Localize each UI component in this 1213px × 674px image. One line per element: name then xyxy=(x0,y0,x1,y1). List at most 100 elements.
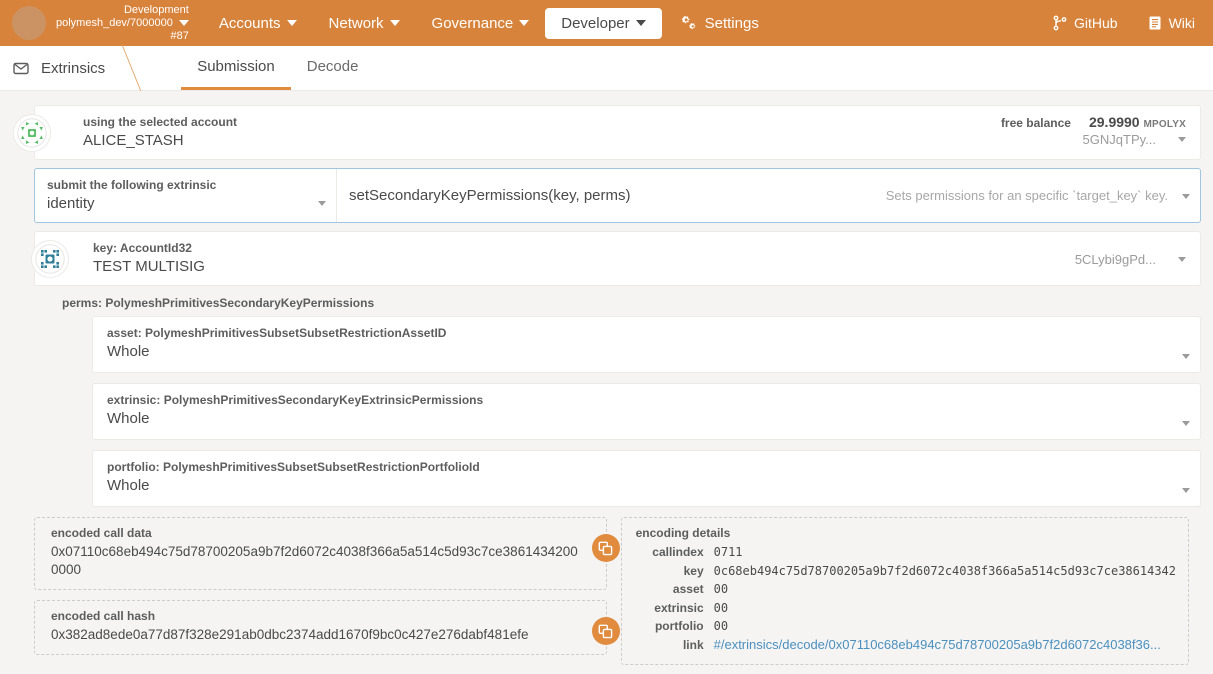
extrinsic-params: key: AccountId32 TEST MULTISIG 5CLybi9gP… xyxy=(34,231,1201,507)
breadcrumb-label: Extrinsics xyxy=(41,60,105,77)
encoding-value-key: 0c68eb494c75d78700205a9b7f2d6072c4038f36… xyxy=(714,562,1176,581)
param-portfolio-label: portfolio: PolymeshPrimitivesSubsetSubse… xyxy=(107,459,1174,475)
top-bar-links: GitHub Wiki xyxy=(1049,0,1199,46)
book-icon xyxy=(1148,15,1162,31)
tab-list: Submission Decode xyxy=(181,46,374,90)
top-navigation-bar: Development polymesh_dev/7000000 #87 Acc… xyxy=(0,0,1213,46)
param-portfolio-value: Whole xyxy=(107,475,1174,496)
encoded-call-data-label: encoded call data xyxy=(51,526,594,540)
nav-item-governance[interactable]: Governance xyxy=(416,8,546,39)
chevron-down-icon xyxy=(1182,488,1190,493)
encoded-call-hash-panel: encoded call hash 0x382ad8ede0a77d87f328… xyxy=(34,600,607,655)
tab-decode[interactable]: Decode xyxy=(291,46,375,90)
chain-info: Development polymesh_dev/7000000 #87 xyxy=(56,4,189,43)
chevron-down-icon xyxy=(287,20,297,26)
nav-label-developer: Developer xyxy=(561,15,629,32)
chevron-down-icon xyxy=(179,20,189,26)
encoded-call-data-value: 0x07110c68eb494c75d78700205a9b7f2d6072c4… xyxy=(51,543,581,579)
extrinsic-method-hint: Sets permissions for an specific `target… xyxy=(886,188,1188,203)
encoding-details-title: encoding details xyxy=(636,526,1176,540)
encoding-detail-row: portfolio 00 xyxy=(636,617,1176,636)
extrinsic-method-dropdown[interactable]: setSecondaryKeyPermissions(key, perms) S… xyxy=(337,169,1200,222)
param-asset-label: asset: PolymeshPrimitivesSubsetSubsetRes… xyxy=(107,325,1174,341)
nav-item-settings[interactable]: Settings xyxy=(662,8,775,39)
chevron-down-icon xyxy=(1178,137,1186,142)
copy-call-hash-button[interactable] xyxy=(592,617,620,645)
perms-label: perms: PolymeshPrimitivesSecondaryKeyPer… xyxy=(34,286,1201,316)
balance-unit: MPOLYX xyxy=(1143,119,1186,130)
nav-label-network: Network xyxy=(329,15,384,32)
account-name: ALICE_STASH xyxy=(83,130,237,151)
tab-submission[interactable]: Submission xyxy=(181,46,291,90)
chevron-down-icon xyxy=(1182,421,1190,426)
param-asset[interactable]: asset: PolymeshPrimitivesSubsetSubsetRes… xyxy=(92,316,1201,373)
param-portfolio[interactable]: portfolio: PolymeshPrimitivesSubsetSubse… xyxy=(92,450,1201,507)
param-extrinsic-value: Whole xyxy=(107,408,1174,429)
encoded-call-hash-value: 0x382ad8ede0a77d87f328e291ab0dbc2374add1… xyxy=(51,626,581,644)
encoding-panels: encoded call data 0x07110c68eb494c75d787… xyxy=(34,517,1201,665)
chain-network: Development xyxy=(56,4,189,17)
encoding-key-key: key xyxy=(636,562,714,581)
copy-icon xyxy=(598,541,613,556)
nav-label-governance: Governance xyxy=(432,15,514,32)
chevron-down-icon xyxy=(636,20,646,26)
encoding-key-link: link xyxy=(636,636,714,655)
account-address-line[interactable]: 5GNJqTPy... xyxy=(1001,132,1186,147)
chain-node: polymesh_dev/7000000 xyxy=(56,17,189,30)
key-address-block[interactable]: 5CLybi9gPd... xyxy=(1075,250,1190,267)
breadcrumb: Extrinsics xyxy=(0,46,131,90)
param-key[interactable]: key: AccountId32 TEST MULTISIG 5CLybi9gP… xyxy=(34,231,1201,286)
chevron-down-icon xyxy=(519,20,529,26)
account-label: using the selected account xyxy=(83,114,237,130)
encoding-value-extrinsic: 00 xyxy=(714,599,728,618)
chain-logo xyxy=(12,6,46,40)
link-github[interactable]: GitHub xyxy=(1049,9,1122,37)
encoding-value-asset: 00 xyxy=(714,580,728,599)
encoded-call-hash-label: encoded call hash xyxy=(51,609,594,623)
chevron-down-icon xyxy=(1182,194,1190,199)
encoding-detail-row: callindex 0711 xyxy=(636,543,1176,562)
account-row: using the selected account ALICE_STASH f… xyxy=(34,105,1201,160)
extrinsic-method-value: setSecondaryKeyPermissions(key, perms) xyxy=(349,187,630,204)
chain-selector[interactable]: Development polymesh_dev/7000000 #87 xyxy=(12,4,203,43)
encoding-detail-row: extrinsic 00 xyxy=(636,599,1176,618)
encoding-detail-row: link #/extrinsics/decode/0x07110c68eb494… xyxy=(636,636,1176,655)
extrinsic-selector: submit the following extrinsic identity … xyxy=(34,168,1201,223)
key-account-avatar xyxy=(31,240,69,278)
extrinsic-label: submit the following extrinsic xyxy=(47,177,336,193)
copy-icon xyxy=(598,624,613,639)
link-label-github: GitHub xyxy=(1074,15,1118,31)
gear-icon xyxy=(678,15,696,31)
nav-item-developer[interactable]: Developer xyxy=(545,8,661,39)
breadcrumb-tab-bar: Extrinsics Submission Decode xyxy=(0,46,1213,91)
encoding-value-callindex: 0711 xyxy=(714,543,743,562)
key-label: key: AccountId32 xyxy=(93,240,205,256)
tab-label-submission: Submission xyxy=(197,58,275,75)
copy-call-data-button[interactable] xyxy=(592,534,620,562)
submit-actions: Submit Unsigned Submit Transaction xyxy=(12,665,1201,674)
encoded-call-data-panel: encoded call data 0x07110c68eb494c75d787… xyxy=(34,517,607,590)
link-wiki[interactable]: Wiki xyxy=(1144,9,1199,37)
selected-account-card[interactable]: using the selected account ALICE_STASH f… xyxy=(34,105,1201,160)
encoding-detail-row: asset 00 xyxy=(636,580,1176,599)
param-asset-value: Whole xyxy=(107,341,1174,362)
nav-label-accounts: Accounts xyxy=(219,15,281,32)
account-balance-block: free balance 29.9990 MPOLYX 5GNJqTPy... xyxy=(1001,114,1190,147)
key-value: TEST MULTISIG xyxy=(93,256,205,277)
perms-subparams: asset: PolymeshPrimitivesSubsetSubsetRes… xyxy=(34,316,1201,507)
extrinsic-section-dropdown[interactable]: submit the following extrinsic identity xyxy=(35,169,337,222)
key-address-line: 5CLybi9gPd... xyxy=(1075,252,1186,267)
link-label-wiki: Wiki xyxy=(1169,15,1195,31)
extrinsics-submission-page: using the selected account ALICE_STASH f… xyxy=(0,91,1213,674)
param-extrinsic[interactable]: extrinsic: PolymeshPrimitivesSecondaryKe… xyxy=(92,383,1201,440)
account-avatar xyxy=(13,114,51,152)
chain-block: #87 xyxy=(56,30,189,43)
balance-value: 29.9990 xyxy=(1089,114,1140,130)
encoding-value-link[interactable]: #/extrinsics/decode/0x07110c68eb494c75d7… xyxy=(714,636,1161,655)
encoding-key-extrinsic: extrinsic xyxy=(636,599,714,618)
balance-label: free balance xyxy=(1001,116,1071,130)
nav-item-accounts[interactable]: Accounts xyxy=(203,8,313,39)
chevron-down-icon xyxy=(318,201,326,206)
nav-item-network[interactable]: Network xyxy=(313,8,416,39)
nav-label-settings: Settings xyxy=(705,15,759,32)
